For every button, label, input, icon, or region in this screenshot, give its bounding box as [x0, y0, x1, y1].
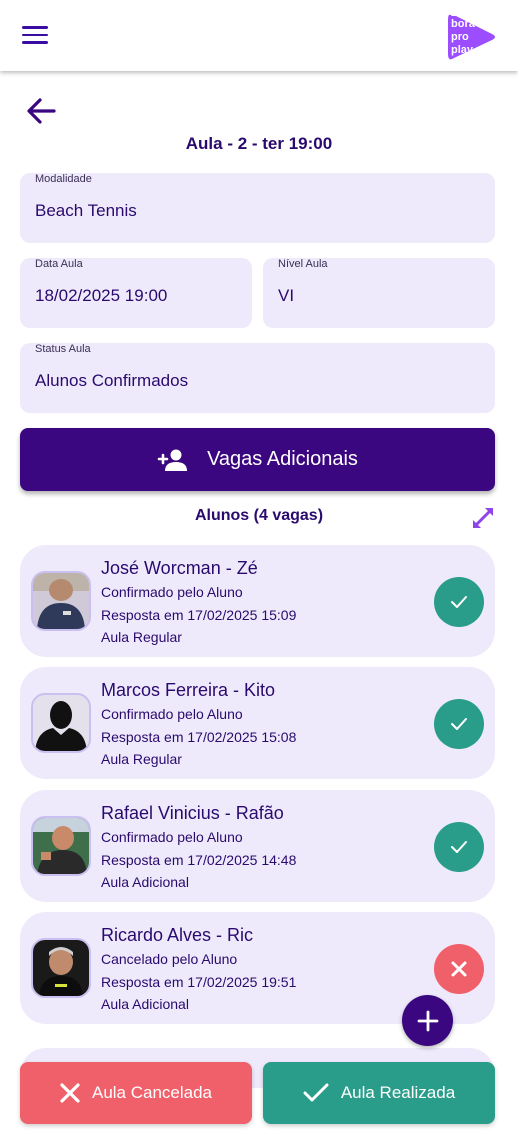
app-header: bora pro play	[0, 0, 518, 71]
alunos-header: Alunos (4 vagas)	[194, 507, 324, 524]
aluno-card[interactable]: José Worcman - Zé Confirmado pelo Aluno …	[20, 545, 495, 657]
confirmed-status-button[interactable]	[434, 577, 484, 627]
field-value: Alunos Confirmados	[35, 371, 189, 390]
data-aula-field[interactable]: Data Aula 18/02/2025 19:00	[20, 258, 252, 328]
aluno-card[interactable]: Marcos Ferreira - Kito Confirmado pelo A…	[20, 667, 495, 779]
aula-realizada-button[interactable]: Aula Realizada	[263, 1062, 495, 1124]
vagas-adicionais-button[interactable]: Vagas Adicionais	[20, 428, 495, 491]
aluno-name: Rafael Vinicius - Rafão	[101, 803, 284, 823]
aluno-resposta: Resposta em 17/02/2025 19:51	[101, 974, 297, 990]
aluno-name: Marcos Ferreira - Kito	[101, 680, 276, 700]
cancelled-status-button[interactable]	[434, 944, 484, 994]
person-add-icon	[157, 449, 188, 471]
expand-icon[interactable]	[470, 505, 496, 531]
field-label: Status Aula	[35, 343, 91, 355]
svg-text:play: play	[451, 44, 474, 56]
aluno-tipo: Aula Regular	[101, 751, 182, 767]
modalidade-field[interactable]: Modalidade Beach Tennis	[20, 173, 495, 243]
nivel-aula-field[interactable]: Nível Aula VI	[263, 258, 495, 328]
aluno-card[interactable]: Rafael Vinicius - Rafão Confirmado pelo …	[20, 790, 495, 902]
close-icon	[451, 961, 467, 977]
avatar	[31, 571, 91, 631]
aluno-status: Confirmado pelo Aluno	[101, 829, 243, 845]
aluno-status: Cancelado pelo Aluno	[101, 951, 238, 967]
check-icon	[303, 1083, 329, 1102]
field-value: 18/02/2025 19:00	[35, 286, 168, 305]
status-aula-field[interactable]: Status Aula Alunos Confirmados	[20, 343, 495, 413]
aluno-resposta: Resposta em 17/02/2025 14:48	[101, 852, 297, 868]
add-aluno-button[interactable]	[402, 995, 453, 1046]
field-label: Modalidade	[35, 173, 92, 185]
aula-realizada-label: Aula Realizada	[340, 1083, 456, 1102]
avatar	[31, 938, 91, 998]
aula-cancelada-label: Aula Cancelada	[91, 1083, 213, 1102]
aluno-tipo: Aula Adicional	[101, 996, 189, 1012]
confirmed-status-button[interactable]	[434, 822, 484, 872]
page-title: Aula - 2 - ter 19:00	[185, 134, 333, 153]
avatar	[31, 693, 91, 753]
field-label: Nível Aula	[278, 258, 328, 270]
aluno-resposta: Resposta em 17/02/2025 15:09	[101, 607, 297, 623]
aluno-name: José Worcman - Zé	[101, 558, 258, 578]
aluno-status: Confirmado pelo Aluno	[101, 706, 243, 722]
field-value: Beach Tennis	[35, 201, 137, 220]
app-logo: bora pro play	[448, 14, 495, 60]
aluno-tipo: Aula Regular	[101, 629, 182, 645]
confirmed-status-button[interactable]	[434, 699, 484, 749]
vagas-adicionais-label: Vagas Adicionais	[207, 448, 358, 470]
aluno-tipo: Aula Adicional	[101, 874, 189, 890]
aluno-status: Confirmado pelo Aluno	[101, 584, 243, 600]
svg-text:bora: bora	[451, 18, 476, 30]
check-icon	[451, 841, 467, 853]
avatar	[31, 816, 91, 876]
aula-cancelada-button[interactable]: Aula Cancelada	[20, 1062, 252, 1124]
svg-text:pro: pro	[451, 31, 469, 43]
field-label: Data Aula	[35, 258, 83, 270]
aluno-name: Ricardo Alves - Ric	[101, 925, 254, 945]
menu-icon[interactable]	[22, 26, 48, 46]
back-arrow-icon[interactable]	[24, 94, 58, 128]
aluno-resposta: Resposta em 17/02/2025 15:08	[101, 729, 297, 745]
plus-icon	[417, 1010, 438, 1031]
check-icon	[451, 596, 467, 608]
field-value: VI	[278, 286, 295, 305]
check-icon	[451, 718, 467, 730]
close-icon	[60, 1083, 80, 1103]
